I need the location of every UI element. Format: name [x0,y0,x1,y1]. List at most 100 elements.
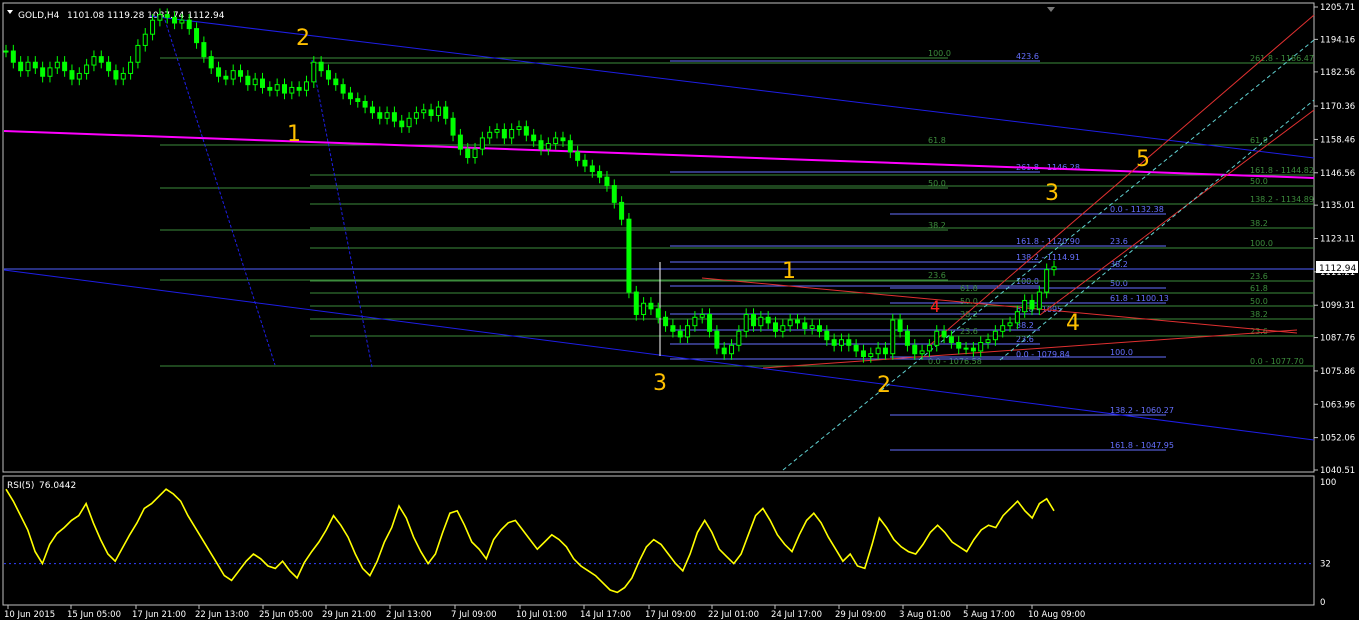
fib-far-label: 38.2 [1250,310,1268,319]
candle-body [201,42,207,58]
candle-body [369,106,375,114]
y-tick-label: 1135.01 [1320,201,1355,211]
fib-mid-label: 61.8 - 1100.13 [1110,294,1169,303]
candle-body [970,347,976,352]
candle-body [692,316,698,327]
candle-body [47,67,53,77]
candle-body [54,61,60,69]
candle-body [186,19,192,30]
candle-body [435,106,441,116]
candle-body [32,61,38,69]
wave-label-4: 4 [1066,311,1080,336]
x-tick-label: 7 Jul 09:00 [451,610,497,620]
candle-body [648,302,654,310]
candle-body [736,330,742,346]
candle-body [707,313,713,332]
candle-body [560,137,566,142]
fib-left-label: 61.8 [928,136,946,145]
wave-label-3: 3 [653,371,667,396]
candle-body [751,313,757,327]
rsi-value: 76.0442 [39,481,76,491]
chart-canvas[interactable]: GOLD,H4 1101.08 1119.28 1087.74 1112.94 … [0,0,1359,620]
candle-body [611,185,617,203]
fib-mid-label: 50.0 [1110,279,1128,288]
rsi-axis-label: 32 [1320,560,1331,570]
wave-label-3: 3 [1045,181,1059,206]
candle-body [780,325,786,332]
candle-body [355,98,361,102]
y-tick-label: 1123.11 [1320,235,1355,245]
candle-body [758,316,764,327]
x-tick-label: 22 Jun 13:00 [195,610,249,620]
candle-body [787,319,793,327]
magenta-trend-line [3,130,1315,179]
candle-body [501,129,507,139]
candle-body [934,330,940,346]
candle-body [992,330,998,341]
fib-left-label: 23.6 [928,271,946,280]
candle-body [150,19,156,35]
x-tick-label: 24 Jul 17:00 [771,610,822,620]
candle-body [377,112,383,119]
y-tick-label: 1052.06 [1320,434,1355,444]
x-tick-label: 3 Aug 01:00 [899,610,951,620]
candle-body [457,134,463,150]
dropdown-arrow-icon[interactable] [7,10,13,14]
candle-body [663,316,669,327]
candle-body [794,319,800,324]
candle-body [443,106,449,119]
candle-body [831,339,837,346]
candle-body [714,330,720,349]
candle-body [655,308,661,318]
candle-body [421,109,427,114]
x-tick-label: 15 Jun 05:00 [67,610,121,620]
candle-body [545,143,551,150]
rsi-axis-label: 0 [1320,598,1325,608]
candle-body [465,148,471,159]
candle-body [281,84,287,94]
candle-body [868,353,874,358]
candle-body [10,50,16,63]
candle-body [948,336,954,344]
fib-extra-label: 23.6 [960,327,978,336]
candle-body [267,86,273,91]
rsi-axis-label: 100 [1320,478,1336,488]
candle-body [721,347,727,355]
candle-body [406,117,412,128]
candle-body [179,19,185,24]
candle-body [567,140,573,153]
candle-body [875,347,881,355]
fib-far-label: 61.8 [1250,284,1268,293]
candle-body [1000,325,1006,332]
candle-body [824,330,830,341]
fib-mid-label: 138.2 - 1060.27 [1110,406,1174,415]
candle-body [1029,299,1035,310]
x-tick-label: 2 Jul 13:00 [386,610,432,620]
candle-body [252,78,258,86]
candle-body [516,126,522,131]
scroll-marker-icon[interactable] [1047,7,1055,12]
candle-body [677,330,683,338]
fib-left-label: 50.0 [928,179,946,188]
y-tick-label: 1146.56 [1320,169,1355,179]
time-axis: 10 Jun 2015 15 Jun 05:00 17 Jun 21:00 22 Ju… [4,605,1085,620]
ohlc-readout: 1101.08 1119.28 1087.74 1112.94 [67,11,225,21]
candle-body [120,72,126,80]
candle-body [296,86,302,91]
fib-far-label: 38.2 [1250,219,1268,228]
fib-right-label: 0.0 - 1079.84 [1016,350,1070,359]
candle-body [208,56,214,69]
candle-body [260,78,266,88]
candle-body [641,302,647,315]
rsi-panel-frame [2,475,1315,606]
wave-label-1: 1 [287,122,301,147]
candle-body [985,339,991,344]
candle-body [912,344,918,355]
candle-body [245,75,251,86]
fib-far-label: 161.8 - 1144.82 [1250,166,1314,175]
candle-body [926,344,932,352]
y-tick-label: 1075.86 [1320,367,1355,377]
current-price-label: 1112.94 [1319,264,1356,274]
fib-far-label: 100.0 [1250,239,1273,248]
candle-body [194,28,200,44]
